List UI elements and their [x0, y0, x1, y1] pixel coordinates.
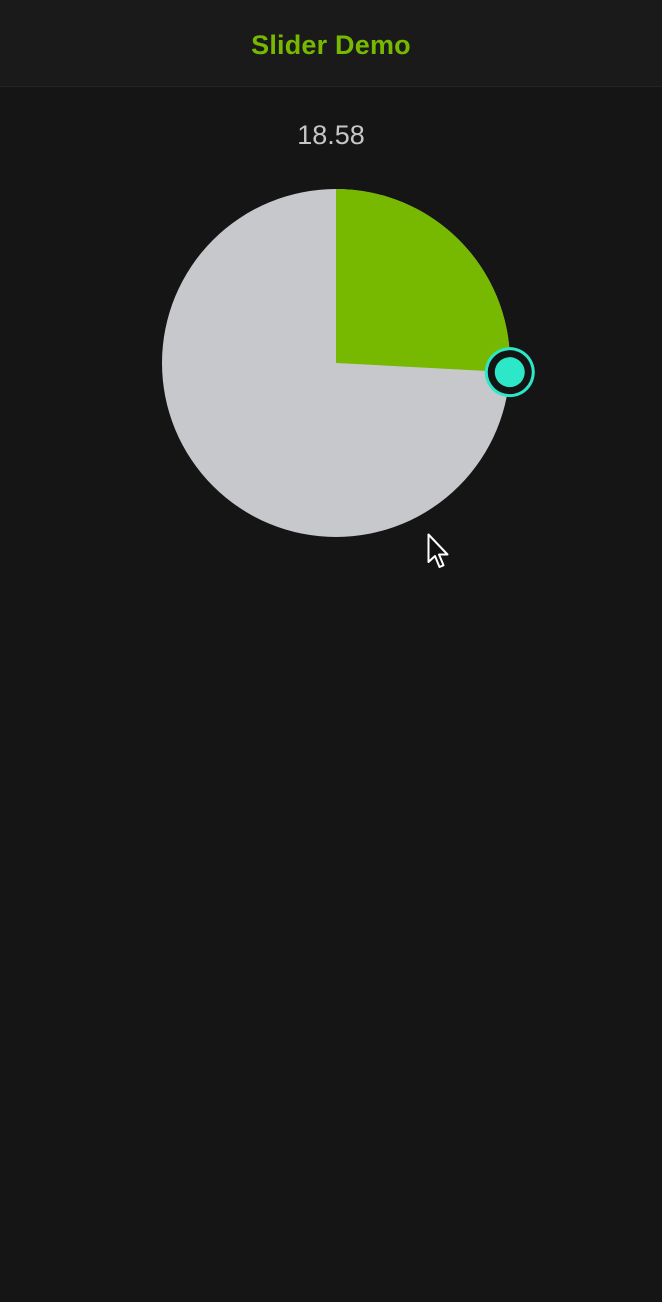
slider-thumb-core[interactable]: [494, 357, 525, 388]
slider-fill-sector: [336, 189, 511, 373]
arrow-cursor-icon: [427, 533, 449, 568]
slider-thumb[interactable]: [484, 347, 535, 398]
app-screen: Slider Demo 18.58: [0, 0, 662, 1302]
circular-slider[interactable]: [0, 0, 662, 620]
